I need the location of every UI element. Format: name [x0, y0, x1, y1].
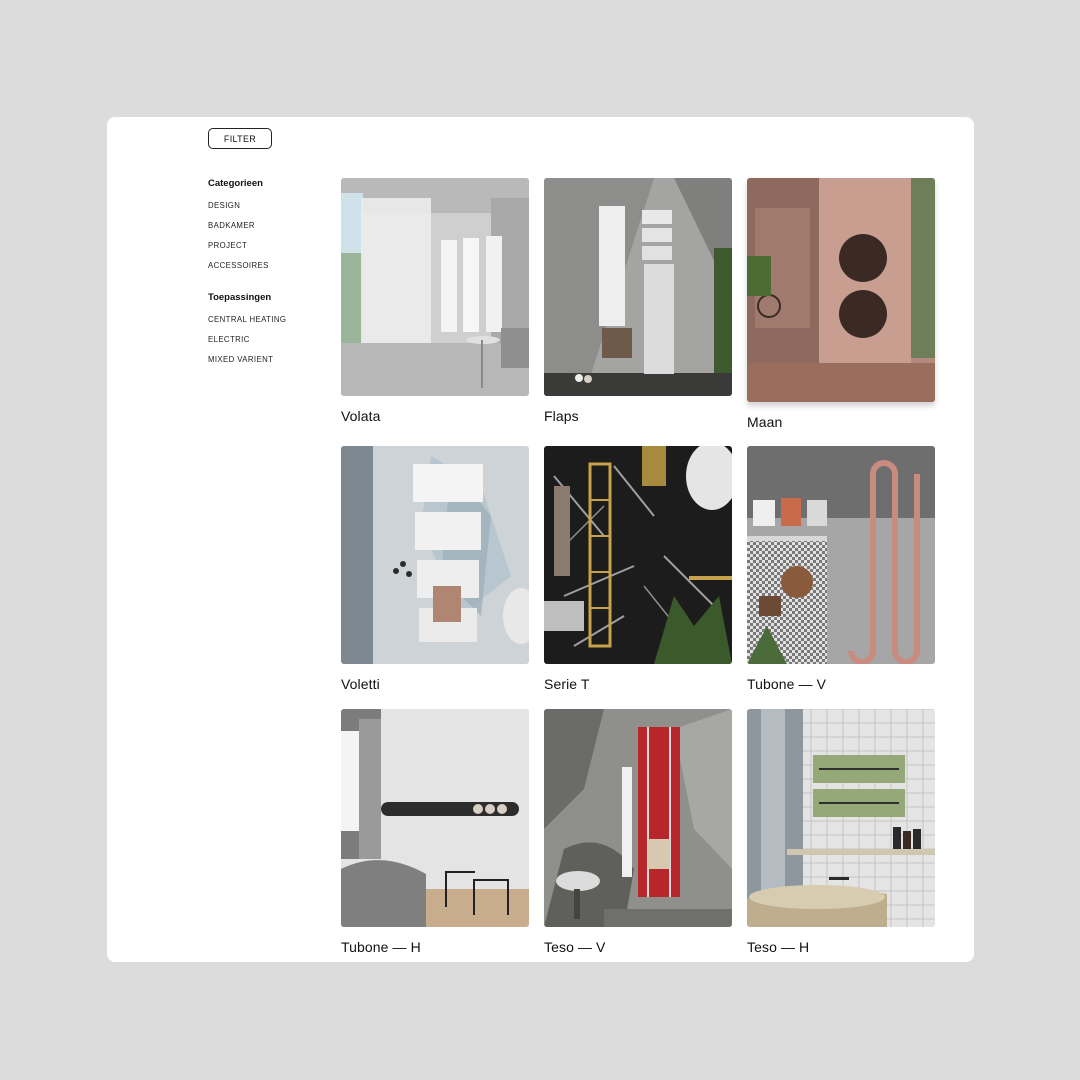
- product-card-serie-t[interactable]: Serie T: [544, 446, 732, 692]
- product-name[interactable]: Voletti: [341, 676, 529, 692]
- category-badkamer-link[interactable]: BADKAMER: [208, 216, 328, 236]
- product-card-teso-v[interactable]: Teso — V: [544, 709, 732, 955]
- category-accessoires-link[interactable]: ACCESSOIRES: [208, 256, 328, 276]
- product-name[interactable]: Tubone — H: [341, 939, 529, 955]
- product-card-flaps[interactable]: Flaps: [544, 178, 732, 424]
- product-image-volata[interactable]: [341, 178, 529, 396]
- category-project-link[interactable]: PROJECT: [208, 236, 328, 256]
- product-card-maan[interactable]: Maan: [747, 178, 935, 430]
- product-image-tubone-v[interactable]: [747, 446, 935, 664]
- product-name[interactable]: Serie T: [544, 676, 732, 692]
- product-card-volata[interactable]: Volata: [341, 178, 529, 424]
- product-name[interactable]: Teso — V: [544, 939, 732, 955]
- product-name[interactable]: Teso — H: [747, 939, 935, 955]
- applications-heading: Toepassingen: [208, 292, 272, 303]
- product-card-tubone-h[interactable]: Tubone — H: [341, 709, 529, 955]
- category-design-link[interactable]: DESIGN: [208, 196, 328, 216]
- product-image-serie-t[interactable]: [544, 446, 732, 664]
- product-image-voletti[interactable]: [341, 446, 529, 664]
- categories-group: Categorieen DESIGN BADKAMER PROJECT ACCE…: [208, 178, 328, 276]
- product-name[interactable]: Maan: [747, 414, 935, 430]
- applications-group: Toepassingen CENTRAL HEATING ELECTRIC MI…: [208, 292, 328, 370]
- product-name[interactable]: Flaps: [544, 408, 732, 424]
- product-card-voletti[interactable]: Voletti: [341, 446, 529, 692]
- application-mixed-varient-link[interactable]: MIXED VARIENT: [208, 350, 328, 370]
- application-central-heating-link[interactable]: CENTRAL HEATING: [208, 310, 328, 330]
- product-card-tubone-v[interactable]: Tubone — V: [747, 446, 935, 692]
- product-name[interactable]: Volata: [341, 408, 529, 424]
- filter-button[interactable]: FILTER: [208, 128, 272, 149]
- categories-heading: Categorieen: [208, 178, 263, 189]
- filter-sidebar: Categorieen DESIGN BADKAMER PROJECT ACCE…: [208, 178, 328, 370]
- product-card-teso-h[interactable]: Teso — H: [747, 709, 935, 955]
- product-name[interactable]: Tubone — V: [747, 676, 935, 692]
- catalog-panel: FILTER Categorieen DESIGN BADKAMER PROJE…: [107, 117, 974, 962]
- product-image-flaps[interactable]: [544, 178, 732, 396]
- product-image-maan[interactable]: [747, 178, 935, 402]
- product-image-teso-v[interactable]: [544, 709, 732, 927]
- application-electric-link[interactable]: ELECTRIC: [208, 330, 328, 350]
- product-image-tubone-h[interactable]: [341, 709, 529, 927]
- product-image-teso-h[interactable]: [747, 709, 935, 927]
